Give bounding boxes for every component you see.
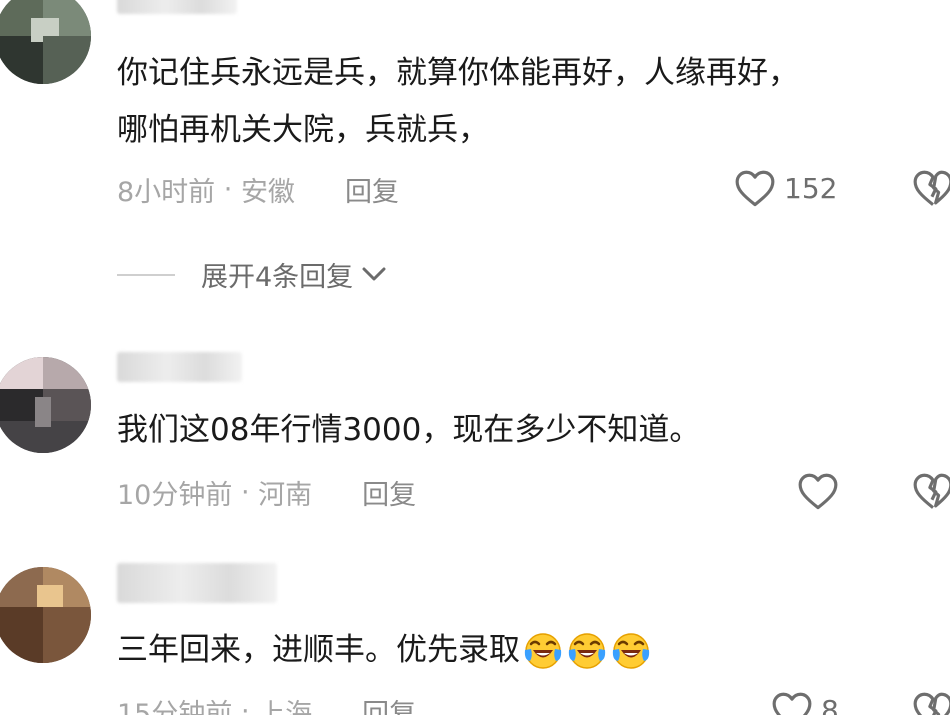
reply-button[interactable]: 回复 bbox=[362, 692, 416, 715]
laughing-crying-emoji bbox=[610, 630, 652, 672]
like-button[interactable]: 152 bbox=[734, 168, 837, 208]
heart-outline-icon bbox=[771, 690, 813, 715]
like-button[interactable]: 8 bbox=[771, 690, 839, 715]
dislike-button[interactable] bbox=[912, 168, 950, 212]
like-button[interactable] bbox=[797, 471, 839, 511]
comment-line: 我们这08年行情3000，现在多少不知道。 bbox=[117, 412, 701, 448]
reply-button[interactable]: 回复 bbox=[362, 473, 416, 512]
comment-line-text: 三年回来，进顺丰。优先录取 bbox=[117, 632, 520, 668]
heart-outline-icon bbox=[734, 168, 776, 208]
comment-feed: 你记住兵永远是兵，就算你体能再好，人缘再好， 哪怕再机关大院，兵就兵， 8小时前… bbox=[0, 0, 950, 715]
avatar[interactable] bbox=[0, 567, 91, 663]
comment-time: 15分钟前 bbox=[117, 699, 233, 715]
comment-line: 三年回来，进顺丰。优先录取 bbox=[117, 622, 652, 679]
meta-separator: · bbox=[215, 174, 241, 205]
avatar[interactable] bbox=[0, 0, 91, 84]
dislike-button[interactable] bbox=[912, 471, 950, 515]
username-redacted bbox=[117, 563, 277, 603]
comment-text: 我们这08年行情3000，现在多少不知道。 bbox=[117, 402, 700, 459]
expand-replies-label: 展开4条回复 bbox=[201, 262, 354, 293]
comment-location: 河南 bbox=[258, 480, 313, 511]
reply-button[interactable]: 回复 bbox=[345, 170, 399, 209]
username-redacted bbox=[117, 0, 237, 14]
comment-time: 8小时前 bbox=[117, 177, 216, 208]
comment-time: 10分钟前 bbox=[117, 480, 233, 511]
comment-meta: 10分钟前 · 河南 回复 bbox=[117, 473, 416, 512]
meta-separator: · bbox=[232, 477, 259, 508]
comment-meta: 8小时前 · 安徽 回复 bbox=[117, 170, 399, 209]
avatar[interactable] bbox=[0, 357, 91, 453]
like-count: 8 bbox=[821, 693, 839, 715]
comment-location: 上海 bbox=[258, 699, 313, 715]
chevron-down-icon bbox=[361, 259, 387, 290]
comment-meta: 15分钟前 · 上海 回复 bbox=[117, 692, 416, 715]
comment-line: 哪怕再机关大院，兵就兵， bbox=[117, 112, 489, 148]
broken-heart-icon bbox=[912, 170, 950, 212]
comment-line: 你记住兵永远是兵，就算你体能再好，人缘再好， bbox=[117, 55, 799, 91]
laughing-crying-emoji bbox=[522, 630, 564, 672]
comment-text: 你记住兵永远是兵，就算你体能再好，人缘再好， 哪怕再机关大院，兵就兵， bbox=[117, 45, 799, 159]
comment-location: 安徽 bbox=[240, 177, 295, 208]
comment-text: 三年回来，进顺丰。优先录取 bbox=[117, 622, 652, 679]
username-redacted bbox=[117, 352, 242, 382]
heart-outline-icon bbox=[797, 471, 839, 511]
meta-separator: · bbox=[232, 696, 259, 715]
laughing-crying-emoji bbox=[566, 630, 608, 672]
broken-heart-icon bbox=[912, 473, 950, 515]
like-count: 152 bbox=[784, 171, 838, 205]
dislike-button[interactable] bbox=[912, 690, 950, 715]
expand-divider bbox=[117, 273, 175, 276]
expand-replies-button[interactable]: 展开4条回复 bbox=[117, 255, 387, 294]
